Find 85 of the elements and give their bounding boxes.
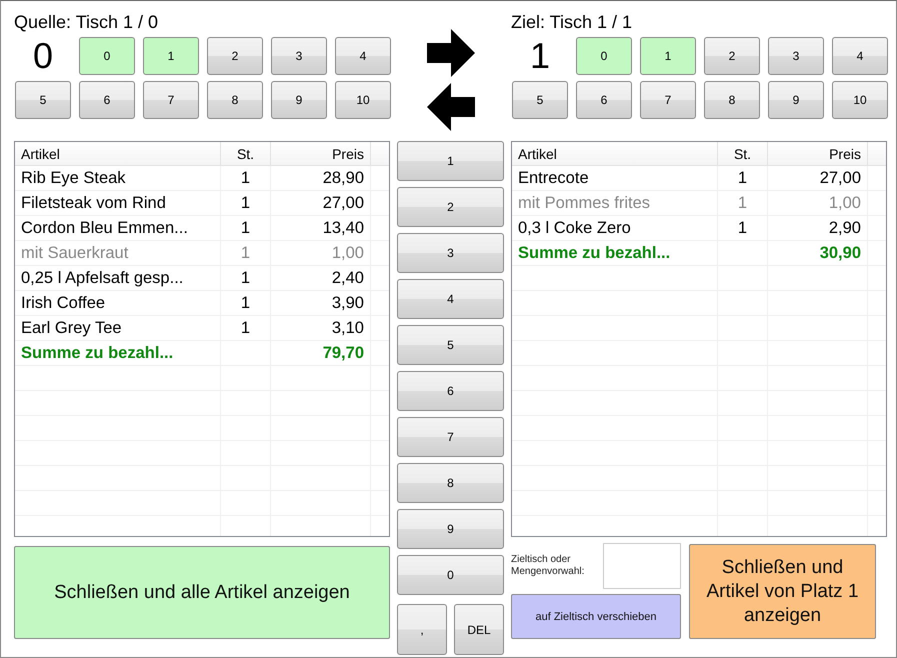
table-cell: 1,00 bbox=[332, 244, 364, 262]
close-all-button[interactable]: Schließen und alle Artikel anzeigen bbox=[14, 546, 390, 639]
seat-button[interactable]: 1 bbox=[640, 37, 696, 75]
table-cell: Rib Eye Steak bbox=[21, 168, 126, 188]
table-cell: Summe zu bezahl... bbox=[518, 244, 670, 262]
keypad-key[interactable]: 3 bbox=[397, 233, 504, 273]
input-field[interactable] bbox=[603, 543, 681, 589]
input-label: Zieltisch oder Mengenvorwahl: bbox=[511, 554, 586, 578]
keypad-key[interactable]: DEL bbox=[454, 604, 504, 655]
table-cell: Irish Coffee bbox=[21, 294, 106, 312]
seat-button[interactable]: 7 bbox=[640, 81, 696, 119]
table-cell: 1 bbox=[240, 268, 250, 288]
seat-button[interactable]: 6 bbox=[79, 81, 135, 119]
seat-button[interactable]: 0 bbox=[79, 37, 135, 75]
table-title: Ziel: Tisch 1 / 1 bbox=[511, 11, 634, 34]
table-cell: 27,00 bbox=[820, 168, 861, 188]
seat-button[interactable]: 2 bbox=[704, 37, 760, 75]
close-seat-button[interactable]: Schließen und Artikel von Platz 1 anzeigen bbox=[689, 544, 876, 639]
seat-button[interactable]: 8 bbox=[704, 81, 760, 119]
current-seat: 1 bbox=[512, 37, 568, 75]
seat-button[interactable]: 10 bbox=[335, 81, 391, 119]
table-cell: 1 bbox=[738, 218, 748, 238]
table-cell: Earl Grey Tee bbox=[21, 318, 122, 338]
table-cell: 1 bbox=[240, 294, 250, 312]
table-cell: 0,3 l Coke Zero bbox=[518, 218, 631, 238]
table-cell: 1 bbox=[240, 168, 250, 188]
seat-button[interactable]: 4 bbox=[335, 37, 391, 75]
table-cell: 1,00 bbox=[828, 194, 861, 212]
column-header: Artikel bbox=[15, 142, 221, 165]
seat-button[interactable]: 5 bbox=[15, 81, 71, 119]
seat-button[interactable]: 10 bbox=[832, 81, 888, 119]
seat-button[interactable]: 5 bbox=[512, 81, 568, 119]
seat-button[interactable]: 4 bbox=[832, 37, 888, 75]
table-cell: 3,10 bbox=[332, 318, 364, 338]
column-header: Artikel bbox=[512, 142, 718, 165]
seat-button[interactable]: 3 bbox=[768, 37, 824, 75]
table-cell: 2,90 bbox=[828, 218, 861, 238]
seat-button[interactable]: 0 bbox=[576, 37, 632, 75]
keypad-key[interactable]: 2 bbox=[397, 187, 504, 227]
seat-button[interactable]: 8 bbox=[207, 81, 263, 119]
table-cell: Filetsteak vom Rind bbox=[21, 194, 166, 212]
seat-button[interactable]: 6 bbox=[576, 81, 632, 119]
table-cell: 3,90 bbox=[332, 294, 364, 312]
table-cell: 1 bbox=[240, 318, 250, 338]
seat-button[interactable]: 1 bbox=[143, 37, 199, 75]
seat-button[interactable]: 9 bbox=[768, 81, 824, 119]
keypad-key[interactable]: 4 bbox=[397, 279, 504, 319]
seat-button[interactable]: 7 bbox=[143, 81, 199, 119]
table-cell: Entrecote bbox=[518, 168, 589, 188]
table-cell: mit Pommes frites bbox=[518, 194, 650, 212]
column-header: St. bbox=[718, 142, 768, 165]
table-cell: 1 bbox=[240, 194, 250, 212]
move-button[interactable]: auf Zieltisch verschieben bbox=[511, 594, 681, 639]
column-header: Preis bbox=[768, 142, 868, 165]
keypad-key[interactable]: 7 bbox=[397, 417, 504, 457]
keypad-key[interactable]: 0 bbox=[397, 555, 504, 595]
seat-button[interactable]: 3 bbox=[271, 37, 327, 75]
keypad-key[interactable]: 9 bbox=[397, 509, 504, 549]
table-cell: 28,90 bbox=[322, 168, 364, 188]
seat-button[interactable]: 9 bbox=[271, 81, 327, 119]
keypad-key[interactable]: 8 bbox=[397, 463, 504, 503]
table-cell: 0,25 l Apfelsaft gesp... bbox=[21, 268, 184, 288]
keypad-key[interactable]: 6 bbox=[397, 371, 504, 411]
table-cell: 2,40 bbox=[332, 268, 364, 288]
keypad-key[interactable]: 1 bbox=[397, 141, 504, 181]
table-cell: 30,90 bbox=[820, 244, 861, 262]
current-seat: 0 bbox=[15, 37, 71, 75]
keypad-key[interactable]: 5 bbox=[397, 325, 504, 365]
table-cell: 1 bbox=[738, 168, 748, 188]
table-title: Quelle: Tisch 1 / 0 bbox=[14, 11, 160, 34]
table-cell: 1 bbox=[738, 194, 748, 212]
table-cell: 79,70 bbox=[322, 344, 364, 362]
right-arrow-icon bbox=[426, 29, 474, 77]
table-cell: 1 bbox=[240, 244, 250, 262]
seat-button[interactable]: 2 bbox=[207, 37, 263, 75]
table-cell: 13,40 bbox=[322, 218, 364, 238]
left-arrow-icon bbox=[426, 83, 474, 131]
table-cell: mit Sauerkraut bbox=[21, 244, 128, 262]
table-cell: Summe zu bezahl... bbox=[21, 344, 174, 362]
column-header: St. bbox=[221, 142, 271, 165]
table-cell: 1 bbox=[240, 218, 250, 238]
column-header: Preis bbox=[271, 142, 371, 165]
table-cell: Cordon Bleu Emmen... bbox=[21, 218, 188, 238]
keypad-key[interactable]: , bbox=[397, 604, 447, 655]
table-cell: 27,00 bbox=[322, 194, 364, 212]
